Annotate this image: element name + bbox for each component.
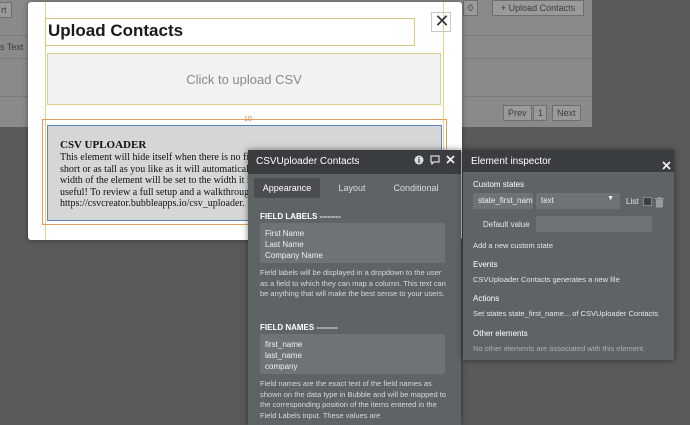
field-labels-input[interactable]: First Name Last Name Company Name xyxy=(260,223,445,263)
close-icon[interactable]: ✕ xyxy=(432,10,452,32)
custom-states-label: Custom states xyxy=(473,180,525,189)
action-item[interactable]: Set states state_first_name... of CSVUpl… xyxy=(473,309,658,318)
tab-conditional[interactable]: Conditional xyxy=(388,178,444,198)
field-names-heading: FIELD NAMES -------- xyxy=(260,323,338,332)
csv-upload-area[interactable]: Click to upload CSV xyxy=(47,53,441,105)
state-name-input[interactable]: state_first_nam xyxy=(473,193,533,209)
close-icon[interactable] xyxy=(662,157,671,175)
upload-label: Click to upload CSV xyxy=(186,72,302,87)
popup-title: Upload Contacts xyxy=(48,21,184,40)
default-value-label: Default value xyxy=(483,220,530,229)
page-number: 1 xyxy=(533,105,547,121)
list-label: List xyxy=(626,197,639,206)
trash-icon[interactable] xyxy=(655,195,664,213)
element-inspector: Element inspector Custom states state_fi… xyxy=(463,150,674,360)
field-name-value: last_name xyxy=(265,351,302,360)
next-button[interactable]: Next xyxy=(552,105,581,121)
events-label: Events xyxy=(473,260,498,269)
bg-text: s Text xyxy=(0,42,24,52)
add-custom-state-link[interactable]: Add a new custom state xyxy=(473,241,553,250)
tab-layout[interactable]: Layout xyxy=(328,178,376,198)
property-editor: CSVUploader Contacts Appearance Layout C… xyxy=(248,150,461,425)
actions-label: Actions xyxy=(473,294,500,303)
property-editor-header[interactable]: CSVUploader Contacts xyxy=(248,150,461,174)
prev-button[interactable]: Prev xyxy=(503,105,532,121)
uploader-title: CSV UPLOADER xyxy=(60,139,147,151)
upload-contacts-button[interactable]: + Upload Contacts xyxy=(492,0,584,16)
field-names-input[interactable]: first_name last_name company xyxy=(260,334,445,374)
default-value-input[interactable] xyxy=(536,216,652,232)
state-type-value: text xyxy=(541,196,554,205)
info-icon[interactable] xyxy=(414,155,424,168)
field-names-help: Field names are the exact text of the fi… xyxy=(260,379,446,420)
field-label-value: First Name xyxy=(265,229,305,238)
chevron-down-icon: ▼ xyxy=(607,195,614,202)
field-label-value: Company Name xyxy=(265,251,323,260)
inspector-title: Element inspector xyxy=(471,156,552,167)
list-checkbox[interactable] xyxy=(643,197,652,206)
tab-appearance[interactable]: Appearance xyxy=(254,178,320,198)
field-labels-heading: FIELD LABELS -------- xyxy=(260,212,341,221)
close-icon[interactable] xyxy=(446,155,455,167)
field-label-value: Last Name xyxy=(265,240,304,249)
other-elements-label: Other elements xyxy=(473,329,528,338)
comment-icon[interactable] xyxy=(430,155,440,168)
field-labels-help: Field labels will be displayed in a drop… xyxy=(260,268,446,298)
property-editor-title: CSVUploader Contacts xyxy=(256,156,360,167)
inspector-header[interactable]: Element inspector xyxy=(463,150,674,172)
other-elements-text: No other elements are associated with th… xyxy=(473,344,646,353)
property-tabs: Appearance Layout Conditional xyxy=(248,176,461,198)
state-type-select[interactable]: text ▼ xyxy=(536,193,620,209)
field-name-value: company xyxy=(265,362,298,371)
bg-button[interactable]: rt xyxy=(0,2,12,18)
field-name-value: first_name xyxy=(265,340,303,349)
bg-number: 0 xyxy=(463,0,479,16)
event-item[interactable]: CSVUploader Contacts generates a new fil… xyxy=(473,275,620,284)
